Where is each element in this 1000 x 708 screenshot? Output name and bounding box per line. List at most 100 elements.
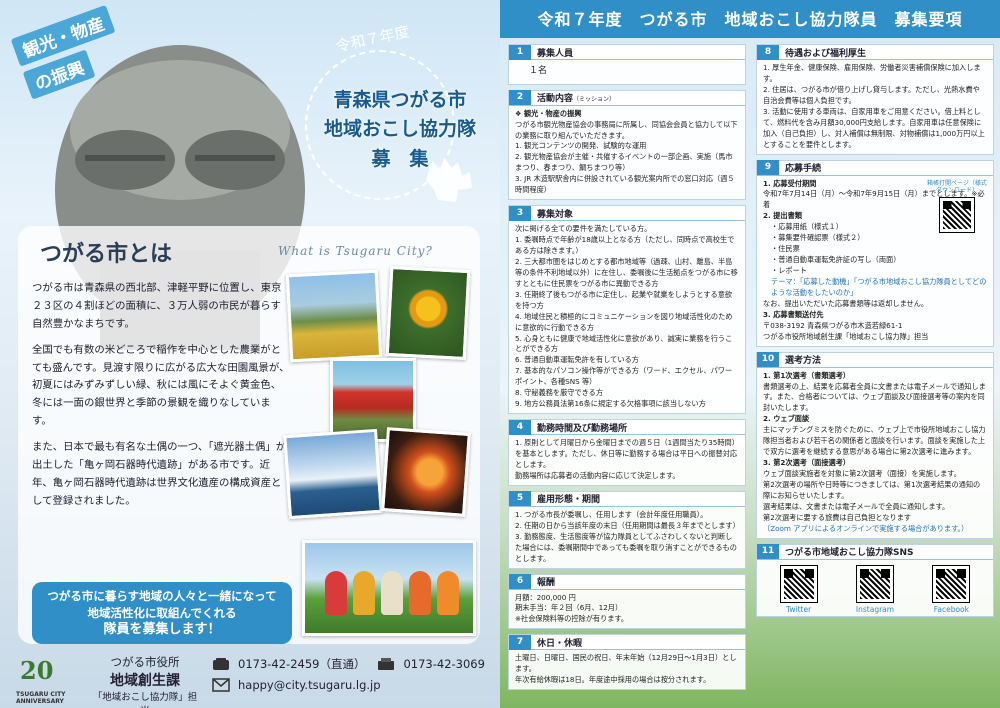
left-panel: 観光・物産 の振興 令和７年度 青森県つがる市 地域おこし協力隊 募 集 つがる… <box>0 0 500 708</box>
sns-label: Facebook <box>933 604 969 614</box>
title-line2: 地域おこし協力隊 <box>323 118 476 141</box>
section-eligibility: 3 募集対象 次に掲げる全ての要件を満たしている方。 1. 委嘱時点で年齢が18歳… <box>508 205 746 415</box>
about-paragraph: また、日本で最も有名な土偶の一つ、「遮光器土偶」が出土した「亀ヶ岡石器時代遺跡」… <box>32 441 287 507</box>
logo-caption: TSUGARU CITY ANNIVERSARY <box>16 691 66 705</box>
section-number: 4 <box>509 419 531 435</box>
contact-footer: 20 TSUGARU CITY ANNIVERSARY つがる市役所 地域創生課… <box>16 652 496 708</box>
section-line: 次に掲げる全ての要件を満たしている方。 <box>515 224 652 234</box>
section-line: ・レポート <box>771 266 807 275</box>
rice-field-photo <box>285 269 383 363</box>
sns-facebook[interactable]: Facebook <box>932 564 971 614</box>
title-line1: 青森県つがる市 <box>333 89 467 111</box>
section-line: 3. 勤務態度、生活態度等が協力隊員としてふさわしくないと判断した場合には、委嘱… <box>515 531 737 563</box>
section-line: ※社会保険料等の控除が有ります。 <box>515 614 629 624</box>
section-title-note: （ミッション） <box>573 96 616 104</box>
qr-code-icon[interactable] <box>779 564 818 603</box>
section-line: ❖ 観光・物産の振興 <box>515 108 582 118</box>
section-line: 月額：200,000 円 <box>515 592 576 602</box>
right-panel: 令和７年度 つがる市 地域おこし協力隊員 募集要項 1 募集人員 １名 2 活動内容… <box>500 0 1000 708</box>
section-holidays: 7 休日・休暇 土曜日、日曜日、国民の祝日、年末年始（12月29日〜1月3日）とし… <box>508 634 746 691</box>
card-subtitle: What is Tsugaru City? <box>278 244 433 258</box>
section-title: 募集対象 <box>537 209 574 220</box>
anniversary-logo: 20 TSUGARU CITY ANNIVERSARY <box>16 656 84 706</box>
section-line: 主にマッチングミスを防ぐために、ウェブ上で市役所地域おこし協力隊担当者および若干… <box>763 425 986 457</box>
section-line: 2. 観光物産協会が主催・共催するイベントの一部企画、実施（馬市まつり、春まつり… <box>515 152 733 173</box>
fax-number: 0173-42-3069 <box>403 657 485 671</box>
section-salary: 6 報酬 月額：200,000 円 期末手当：年２回（6月、12月） ※社会保険料… <box>508 573 746 630</box>
section-title: 報酬 <box>537 578 556 589</box>
section-line: ウェブ面談実施者を対象に第2次選考（面接）を実施します。 <box>763 469 961 478</box>
office-info: つがる市役所 地域創生課 「地域おこし協力隊」担当 <box>90 654 200 708</box>
section-line: 1. 厚生年金、健康保険、雇用保険、労働者災害補償保険に加入します。 <box>763 63 981 83</box>
card-body: つがる市は青森県の西北部、津軽平野に位置し、東京２３区の４割ほどの面積に、３万人… <box>32 280 290 519</box>
lily-flower-photo <box>385 265 471 361</box>
sns-label: Instagram <box>855 604 895 614</box>
email-address[interactable]: happy@city.tsugaru.lg.jp <box>238 678 381 692</box>
section-work-hours: 4 勤務時間及び勤務場所 1. 原則として月曜日から金曜日までの週５日（1週間当た… <box>508 419 746 486</box>
phone-icon <box>213 658 229 670</box>
section-line: なお、提出いただいた応募書類等は返却しません。 <box>763 298 929 308</box>
section-title: 活動内容（ミッション） <box>531 91 615 104</box>
page: 観光・物産 の振興 令和７年度 青森県つがる市 地域おこし協力隊 募 集 つがる… <box>0 0 1000 708</box>
section-line: 書類選考の上、結果を応募者全員に文書または電子メールで通知します。また、合格者に… <box>763 381 986 413</box>
banner-line1: つがる市に暮らす地域の人々と一緒になって <box>47 589 277 603</box>
team-members-photo <box>302 540 476 636</box>
section-title: 待遇および福利厚生 <box>785 48 867 59</box>
qr-caption: 箱帳打開ページ（様式ダウンロード） <box>927 179 987 195</box>
phone-number[interactable]: 0173-42-2459（直通） <box>238 656 365 672</box>
winter-sea-photo <box>283 428 383 520</box>
section-line: 3. 応募書類送付先 <box>763 309 824 319</box>
section-line: テーマ：「応募した動機」「つがる市地域おこし協力隊員としてどのような活動をしたい… <box>771 276 987 297</box>
section-line: 土曜日、日曜日、国民の祝日、年末年始（12月29日〜1月3日）とします。 <box>515 653 737 674</box>
office-name: つがる市役所 <box>110 655 180 669</box>
fax-icon <box>378 658 395 670</box>
section-line: つがる市役所地域創生課「地域おこし協力隊」担当 <box>763 331 929 341</box>
section-number: 6 <box>509 574 531 590</box>
section-title-text: 活動内容 <box>537 94 574 105</box>
qr-code-icon[interactable] <box>932 564 971 603</box>
about-paragraph: つがる市は青森県の西北部、津軽平野に位置し、東京２３区の４割ほどの面積に、３万人… <box>32 282 282 330</box>
section-line: 勤務場所は応募者の活動内容に応じて決定します。 <box>515 470 680 480</box>
section-title: 休日・休暇 <box>537 638 583 649</box>
section-number: 1 <box>509 44 531 60</box>
section-line: 7. 基本的なパソコン操作等ができる方（ワード、エクセル、パワーポイント、各種S… <box>515 366 733 387</box>
section-number: 5 <box>509 491 531 507</box>
section-number: 11 <box>757 544 779 560</box>
section-title: 雇用形態・期間 <box>537 495 601 506</box>
department-name: 地域創生課 <box>110 672 180 689</box>
office-contact-person: 「地域おこし協力隊」担当 <box>92 691 198 708</box>
section-line: ・募集要件確認票（様式２） <box>771 233 865 243</box>
section-title: 募集人員 <box>537 48 574 59</box>
application-form-qr[interactable]: 箱帳打開ページ（様式ダウンロード） <box>927 180 987 235</box>
section-line: 第2次選考に要する旅費は自己負担となります <box>763 512 912 522</box>
email-row: happy@city.tsugaru.lg.jp <box>212 678 485 692</box>
sns-instagram[interactable]: Instagram <box>855 564 895 614</box>
section-number: 10 <box>757 352 779 368</box>
section-line: 2. 住居は、つがる市が借り上げし貸与します。ただし、光熱水費や自治会費等は個人… <box>763 84 980 105</box>
sns-twitter[interactable]: Twitter <box>779 564 818 614</box>
requirements-column-b: 8 待遇および福利厚生 1. 厚生年金、健康保険、雇用保険、労働者災害補償保険に加… <box>756 44 994 622</box>
sns-label: Twitter <box>786 604 812 614</box>
qr-code-icon[interactable] <box>856 564 894 603</box>
section-line: つがる市観光物産協会の事務局に所属し、同協会会員と協力して以下の業務に取り組んで… <box>515 119 738 140</box>
aomori-map-icon <box>426 158 472 202</box>
banner-line3: 隊員を募集します！ <box>103 622 221 638</box>
qr-code-icon[interactable] <box>939 196 975 233</box>
section-line: 5. 心身ともに健康で地域活性化に意欲があり、誠実に業務を行うことができる方 <box>515 333 733 354</box>
section-line: 3. JR 木造駅駅舎内に併設されている観光案内所での窓口対応（週５時間程度） <box>515 174 735 195</box>
section-line: （Zoom アプリによるオンラインで実施する場合があります。） <box>763 523 969 533</box>
section-activities: 2 活動内容（ミッション） ❖ 観光・物産の振興 つがる市観光物産協会の事務局に所… <box>508 89 746 201</box>
fire-festival-photo <box>381 427 471 517</box>
card-title: つがる市とは <box>40 241 173 267</box>
section-line: 3. 活動に使用する車両は、自家用車をご用意ください。借上料として、燃料代を含み… <box>763 106 985 149</box>
section-line: 8. 守秘義務を厳守できる方 <box>515 388 604 398</box>
section-number: 3 <box>509 205 531 221</box>
section-line: 1. つがる市長が委嘱し、任用します（会計年度任用職員）。 <box>515 509 708 519</box>
section-line: ・住民票 <box>771 244 800 254</box>
section-number: 7 <box>509 634 531 650</box>
section-line: 6. 普通自動車運転免許を有している方 <box>515 355 639 365</box>
section-title: 選考方法 <box>785 356 822 367</box>
section-line: 選考結果は、文書または電子メールで全員に通知します。 <box>763 501 950 511</box>
section-line: ・普通自動車運転免許証の写し（両面） <box>771 255 901 265</box>
banner-line2: 地域活性化に取組んでくれる <box>87 605 237 620</box>
